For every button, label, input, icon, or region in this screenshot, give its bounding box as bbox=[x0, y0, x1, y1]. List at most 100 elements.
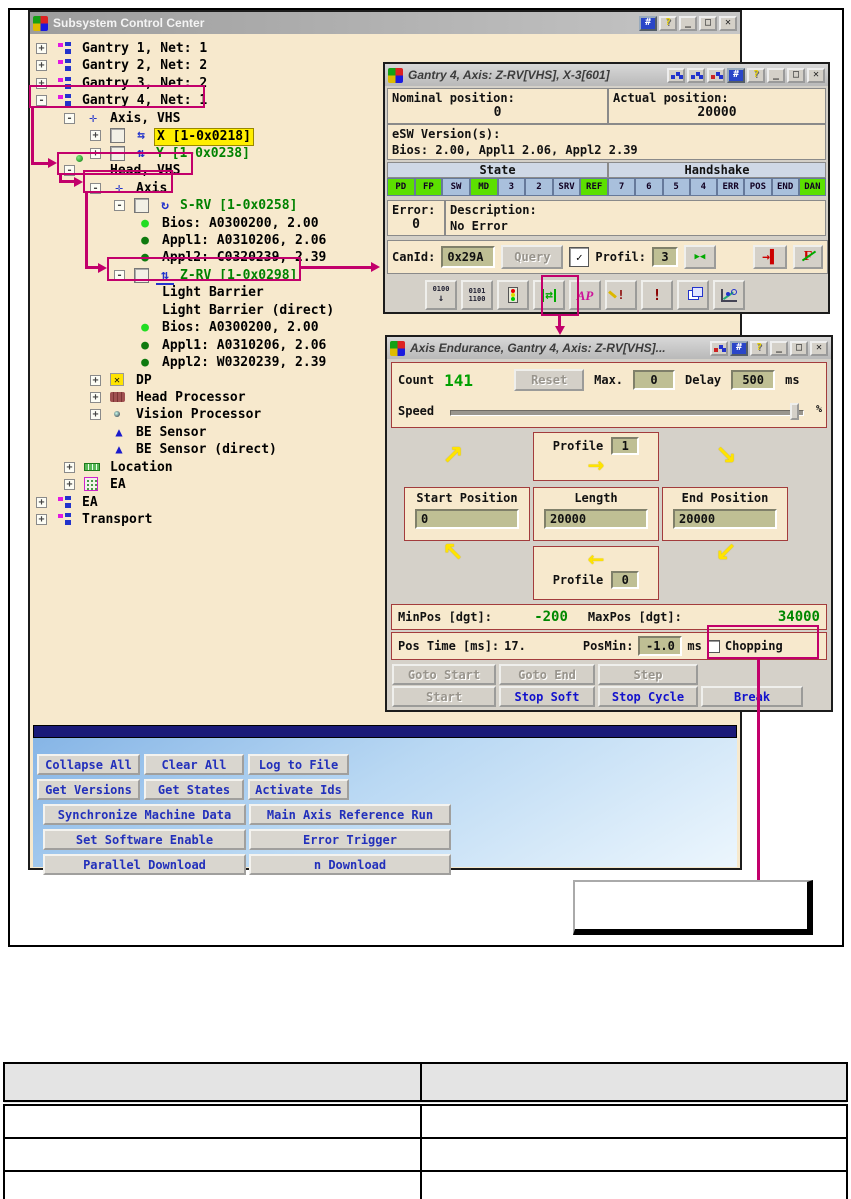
tree-item-x-1-0x0218[interactable]: X [1-0x0218] bbox=[154, 128, 254, 146]
binary-pattern-button[interactable]: 01011100 bbox=[461, 280, 493, 310]
max-value[interactable]: 0 bbox=[633, 370, 675, 390]
stop-soft-button[interactable]: Stop Soft bbox=[499, 686, 595, 707]
synchronize-machine-data-button[interactable]: Synchronize Machine Data bbox=[43, 804, 246, 825]
start-position-value[interactable]: 0 bbox=[415, 509, 519, 529]
net-node-button[interactable] bbox=[687, 68, 705, 83]
tree-item-be-sensor[interactable]: BE Sensor bbox=[134, 425, 208, 441]
net-tree-button[interactable] bbox=[710, 341, 728, 356]
gantry-dialog-titlebar[interactable]: Gantry 4, Axis: Z-RV[VHS], X-3[601] #?_□… bbox=[385, 64, 828, 86]
log-to-file-button[interactable]: Log to File bbox=[248, 754, 349, 775]
speed-slider-thumb[interactable] bbox=[790, 403, 799, 420]
tree-item-light-barrier-direct[interactable]: Light Barrier (direct) bbox=[160, 303, 336, 319]
hash-button[interactable]: # bbox=[727, 68, 745, 83]
tree-item-ea[interactable]: EA bbox=[108, 477, 128, 493]
expand-toggle[interactable]: + bbox=[64, 462, 75, 473]
expand-toggle[interactable]: + bbox=[90, 130, 101, 141]
tree-item-location[interactable]: Location bbox=[108, 460, 175, 476]
expand-toggle[interactable]: + bbox=[90, 375, 101, 386]
minimize-button[interactable]: _ bbox=[767, 68, 785, 83]
main-axis-reference-run-button[interactable]: Main Axis Reference Run bbox=[249, 804, 451, 825]
error-trigger-button[interactable]: Error Trigger bbox=[249, 829, 451, 850]
close-button[interactable]: ✕ bbox=[810, 341, 828, 356]
profile-backward-value[interactable]: 0 bbox=[611, 571, 639, 589]
hash-button[interactable]: # bbox=[730, 341, 748, 356]
net-tree-button[interactable] bbox=[667, 68, 685, 83]
expand-toggle[interactable]: + bbox=[64, 479, 75, 490]
maximize-button[interactable]: □ bbox=[790, 341, 808, 356]
hash-button[interactable]: # bbox=[639, 16, 657, 31]
tree-item-axis-vhs[interactable]: Axis, VHS bbox=[108, 111, 182, 127]
maximize-button[interactable]: □ bbox=[699, 16, 717, 31]
tree-checkbox[interactable] bbox=[110, 128, 125, 143]
net-link-button[interactable] bbox=[707, 68, 725, 83]
tree-item-appl1-a0310206-2-06[interactable]: Appl1: A0310206, 2.06 bbox=[160, 233, 328, 249]
traffic-light-button[interactable] bbox=[497, 280, 529, 310]
goto-end-button[interactable]: Goto End bbox=[499, 664, 595, 685]
edit-alert-button[interactable]: ! bbox=[605, 280, 637, 310]
tree-item-appl1-a0310206-2-06[interactable]: Appl1: A0310206, 2.06 bbox=[160, 338, 328, 354]
speed-slider-track[interactable] bbox=[450, 410, 804, 416]
tree-item-s-rv-1-0x0258[interactable]: S-RV [1-0x0258] bbox=[178, 198, 299, 214]
expand-toggle[interactable]: - bbox=[64, 113, 75, 124]
stop-cycle-button[interactable]: Stop Cycle bbox=[598, 686, 698, 707]
goto-start-button[interactable]: Goto Start bbox=[392, 664, 496, 685]
expand-toggle[interactable]: + bbox=[36, 43, 47, 54]
help-button[interactable]: ? bbox=[750, 341, 768, 356]
move-profile-button[interactable]: ▶◀ bbox=[684, 245, 716, 269]
expand-toggle[interactable]: + bbox=[36, 514, 47, 525]
step-button[interactable]: Step bbox=[598, 664, 698, 685]
expand-toggle[interactable]: + bbox=[90, 409, 101, 420]
download-binary-button[interactable]: 0100↓ bbox=[425, 280, 457, 310]
help-button[interactable]: ? bbox=[659, 16, 677, 31]
tree-item-transport[interactable]: Transport bbox=[80, 512, 154, 528]
activate-ids-button[interactable]: Activate Ids bbox=[248, 779, 349, 800]
get-versions-button[interactable]: Get Versions bbox=[37, 779, 140, 800]
active-checkbox[interactable]: ✓ bbox=[569, 247, 589, 267]
query-button[interactable]: Query bbox=[501, 245, 563, 269]
maximize-button[interactable]: □ bbox=[787, 68, 805, 83]
minimize-button[interactable]: _ bbox=[679, 16, 697, 31]
expand-toggle[interactable]: - bbox=[114, 200, 125, 211]
get-states-button[interactable]: Get States bbox=[144, 779, 244, 800]
tree-item-gantry-1-net-1[interactable]: Gantry 1, Net: 1 bbox=[80, 41, 209, 57]
tree-item-vision-processor[interactable]: Vision Processor bbox=[134, 407, 263, 423]
parallel-download-button[interactable]: Parallel Download bbox=[43, 854, 246, 875]
main-titlebar[interactable]: Subsystem Control Center #?_□✕ bbox=[30, 12, 740, 34]
close-button[interactable]: ✕ bbox=[807, 68, 825, 83]
expand-toggle[interactable]: + bbox=[36, 497, 47, 508]
tree-item-ea[interactable]: EA bbox=[80, 495, 100, 511]
endurance-titlebar[interactable]: Axis Endurance, Gantry 4, Axis: Z-RV[VHS… bbox=[387, 337, 831, 359]
help-button[interactable]: ? bbox=[747, 68, 765, 83]
break-button[interactable]: Break bbox=[701, 686, 803, 707]
delay-value[interactable]: 500 bbox=[731, 370, 775, 390]
reset-button[interactable]: Reset bbox=[514, 369, 584, 391]
tree-item-appl2-w0320239-2-39[interactable]: Appl2: W0320239, 2.39 bbox=[160, 355, 328, 371]
close-button[interactable]: ✕ bbox=[719, 16, 737, 31]
tree-item-bios-a0300200-2-00[interactable]: Bios: A0300200, 2.00 bbox=[160, 216, 321, 232]
end-position-value[interactable]: 20000 bbox=[673, 509, 777, 529]
tree-item-dp[interactable]: DP bbox=[134, 373, 154, 389]
tree-item-light-barrier[interactable]: Light Barrier bbox=[160, 285, 266, 301]
minimize-button[interactable]: _ bbox=[770, 341, 788, 356]
signal-end: END bbox=[772, 178, 799, 196]
tree-item-gantry-2-net-2[interactable]: Gantry 2, Net: 2 bbox=[80, 58, 209, 74]
set-software-enable-button[interactable]: Set Software Enable bbox=[43, 829, 246, 850]
profil-value[interactable]: 3 bbox=[652, 247, 678, 267]
error-trigger-button[interactable]: ! bbox=[641, 280, 673, 310]
tree-item-head-processor[interactable]: Head Processor bbox=[134, 390, 248, 406]
start-button[interactable]: Start bbox=[392, 686, 496, 707]
clear-all-button[interactable]: Clear All bbox=[144, 754, 244, 775]
n-download-button[interactable]: n Download bbox=[249, 854, 451, 875]
copy-window-button[interactable] bbox=[677, 280, 709, 310]
length-value[interactable]: 20000 bbox=[544, 509, 648, 529]
profile-forward-value[interactable]: 1 bbox=[611, 437, 639, 455]
diagnostics-button[interactable] bbox=[713, 280, 745, 310]
expand-toggle[interactable]: + bbox=[90, 392, 101, 403]
tree-item-be-sensor-direct[interactable]: BE Sensor (direct) bbox=[134, 442, 279, 458]
tree-checkbox[interactable] bbox=[134, 198, 149, 213]
expand-toggle[interactable]: + bbox=[36, 60, 47, 71]
collapse-all-button[interactable]: Collapse All bbox=[37, 754, 140, 775]
function-off-button[interactable]: F bbox=[793, 245, 823, 269]
tree-item-bios-a0300200-2-00[interactable]: Bios: A0300200, 2.00 bbox=[160, 320, 321, 336]
goto-limit-button[interactable]: →▌ bbox=[753, 245, 787, 269]
